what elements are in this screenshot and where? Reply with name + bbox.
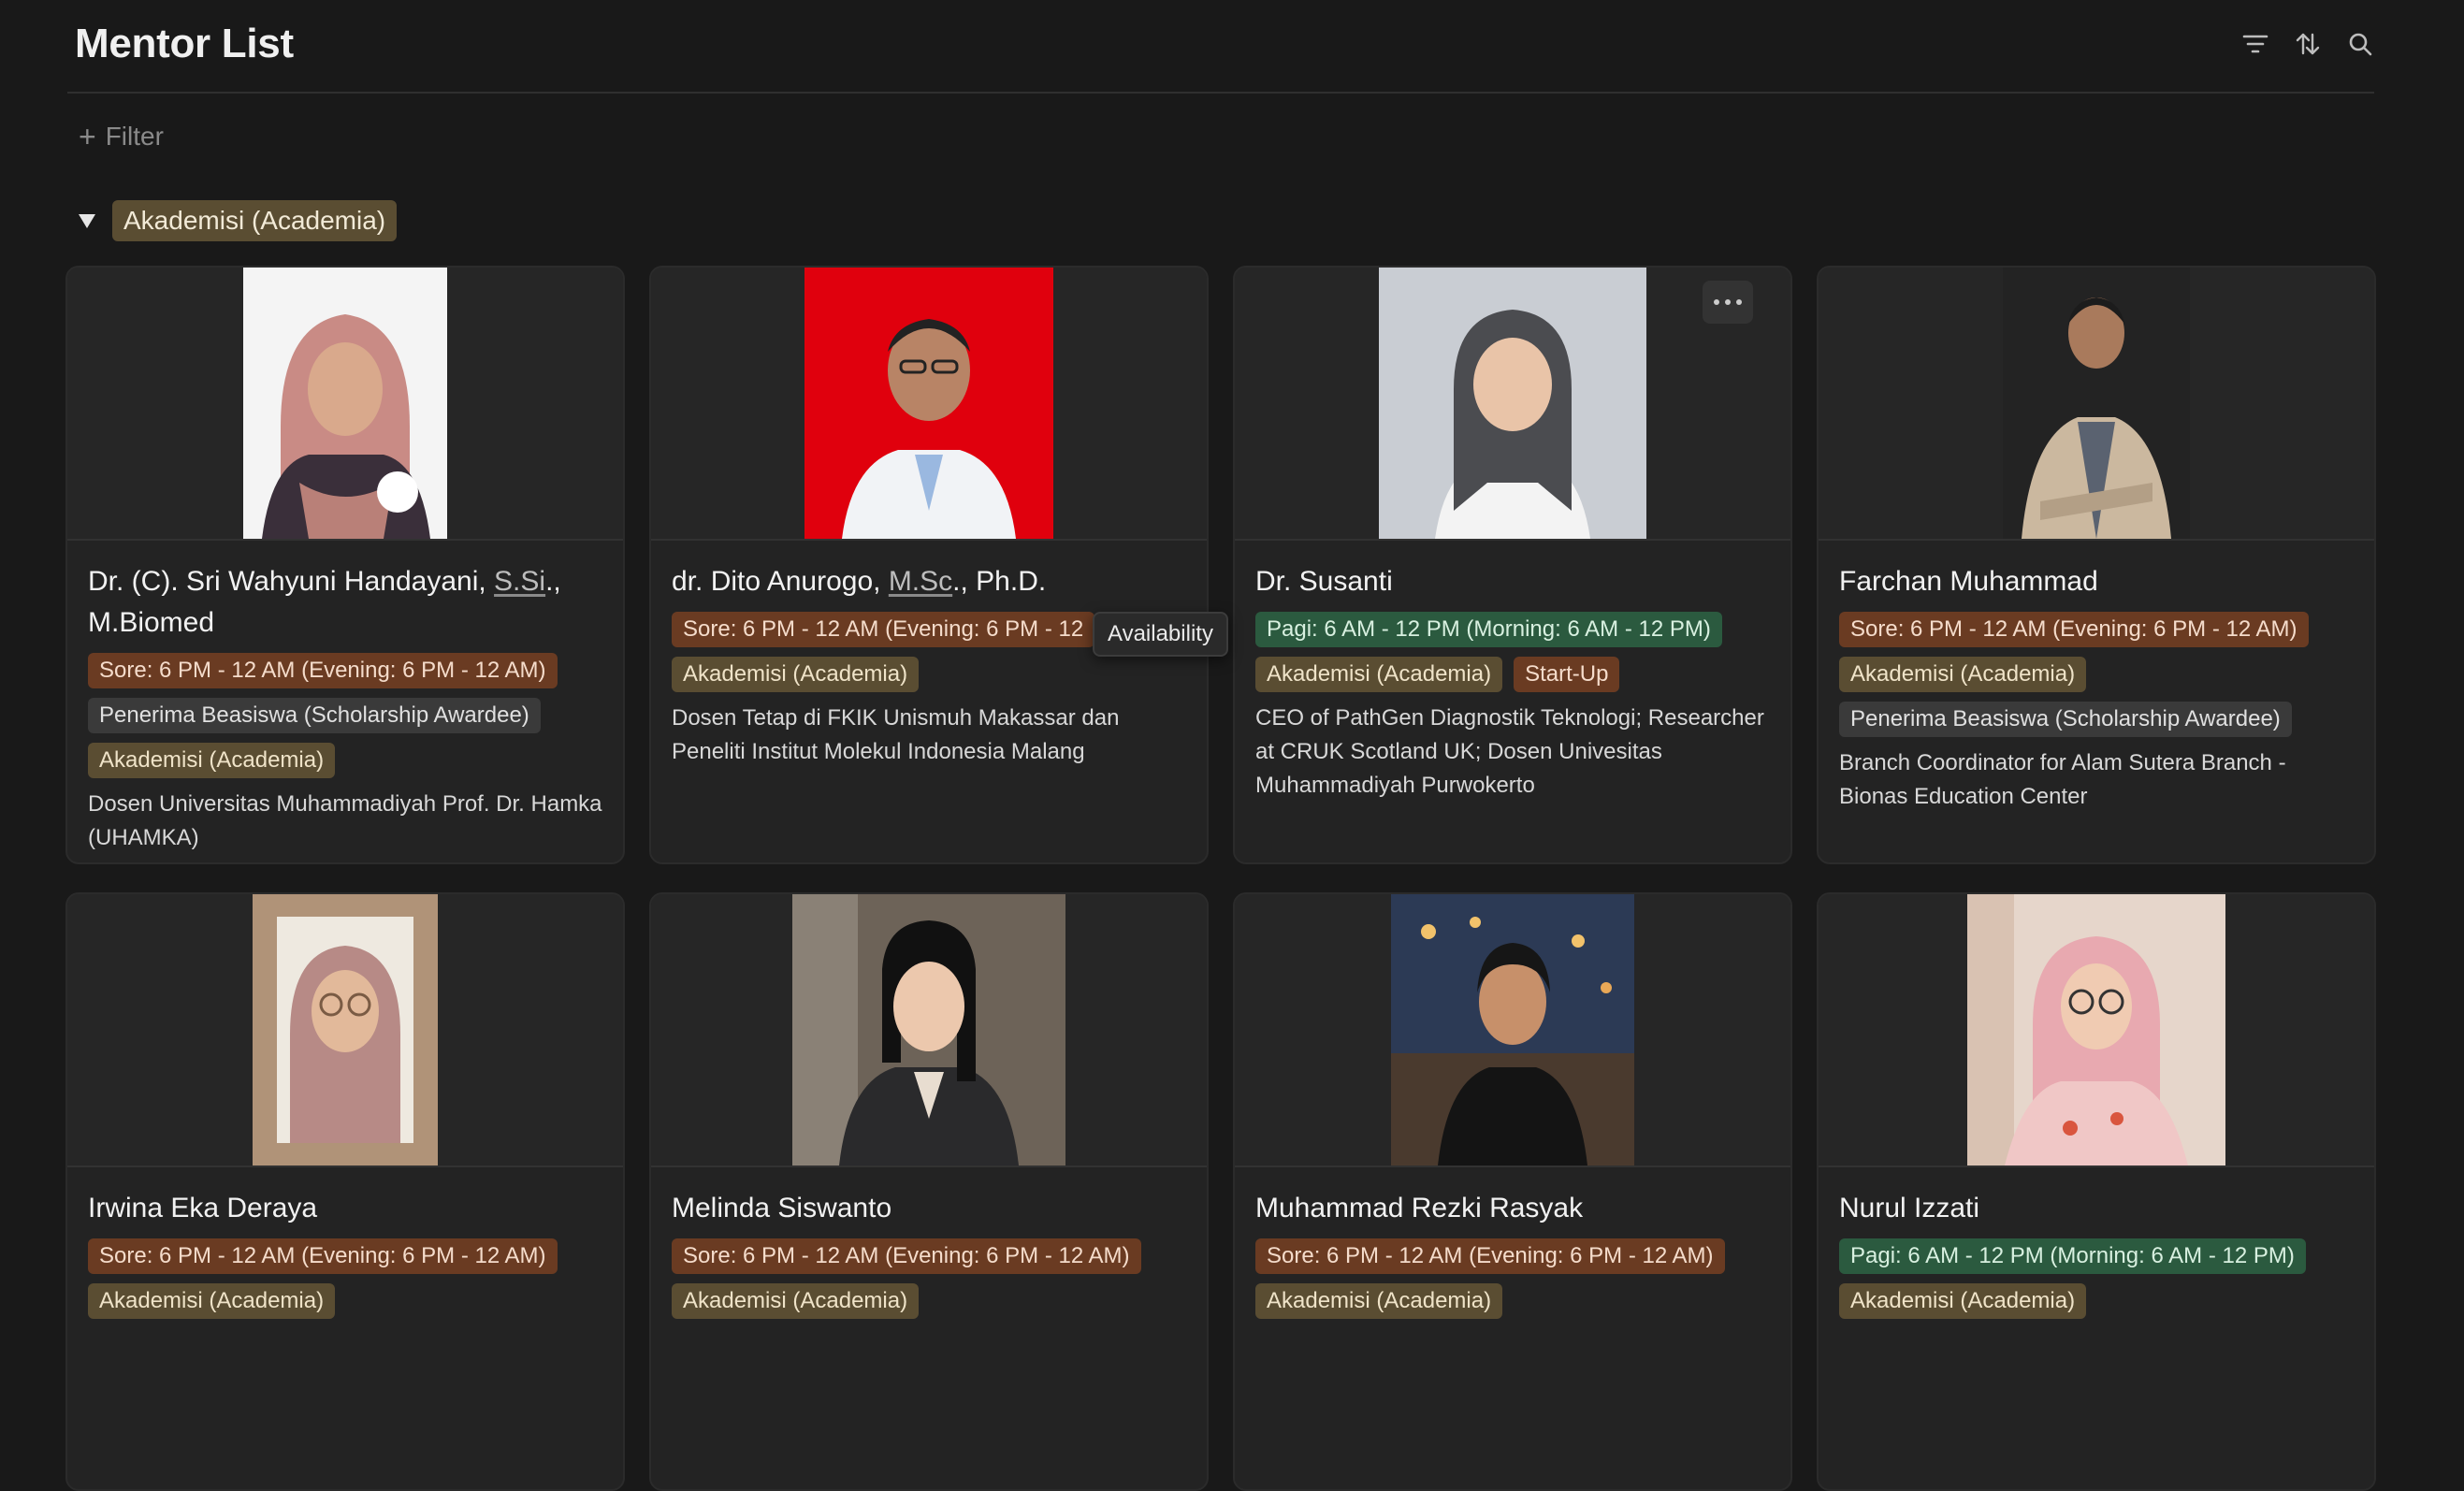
mentor-name: dr. Dito Anurogo, M.Sc., Ph.D. [672,566,1047,597]
category-tag: Akademisi (Academia) [672,657,920,692]
card-cover [67,268,623,541]
availability-tag: Pagi: 6 AM - 12 PM (Morning: 6 AM - 12 P… [1839,1238,2306,1274]
collapse-toggle-icon[interactable] [79,213,95,228]
category-tag: Akademisi (Academia) [88,1283,336,1319]
mentor-photo [1379,268,1646,539]
tag-list: Sore: 6 PM - 12 AM (Evening: 6 PM - 12 A… [672,1238,1186,1319]
scholarship-tag: Penerima Beasiswa (Scholarship Awardee) [1839,702,2292,737]
mentor-name: Muhammad Rezki Rasyak [1255,1193,1584,1223]
group-label: Akademisi (Academia) [112,200,398,241]
mentor-photo [243,268,447,539]
category-tag: Akademisi (Academia) [672,1283,920,1319]
mentor-name: Nurul Izzati [1839,1193,1980,1223]
mentor-description: Branch Coordinator for Alam Sutera Branc… [1839,750,2286,809]
availability-tag: Sore: 6 PM - 12 AM (Evening: 6 PM - 12 A… [672,1238,1141,1274]
mentor-photo [253,894,438,1165]
availability-tag: Sore: 6 PM - 12 AM (Evening: 6 PM - 12 [672,612,1095,647]
card-cover [1235,894,1790,1167]
mentor-name: Dr. (C). Sri Wahyuni Handayani, S.Si., M… [88,566,561,638]
mentor-card[interactable]: Muhammad Rezki Rasyak Sore: 6 PM - 12 AM… [1233,892,1792,1491]
availability-tag: Sore: 6 PM - 12 AM (Evening: 6 PM - 12 A… [1839,612,2309,647]
gallery-grid: Dr. (C). Sri Wahyuni Handayani, S.Si., M… [65,266,2376,1491]
availability-tag: Sore: 6 PM - 12 AM (Evening: 6 PM - 12 A… [88,1238,558,1274]
availability-tooltip: Availability [1093,612,1228,657]
page-title: Mentor List [75,21,294,66]
mentor-description: Dosen Tetap di FKIK Unismuh Makassar dan… [672,705,1120,764]
mentor-name: Melinda Siswanto [672,1193,892,1223]
tag-list: Sore: 6 PM - 12 AM (Evening: 6 PM - 12 A… [1255,1238,1770,1319]
mentor-card[interactable]: Nurul Izzati Pagi: 6 AM - 12 PM (Morning… [1817,892,2376,1491]
mentor-card[interactable]: Farchan Muhammad Sore: 6 PM - 12 AM (Eve… [1817,266,2376,864]
tag-list: Pagi: 6 AM - 12 PM (Morning: 6 AM - 12 P… [1839,1238,2354,1319]
category-tag: Akademisi (Academia) [1255,657,1503,692]
tag-list: Sore: 6 PM - 12 AM (Evening: 6 PM - 12 A… [1839,612,2354,737]
category-tag: Akademisi (Academia) [1839,657,2087,692]
plus-icon: + [79,120,96,153]
header-divider [67,92,2374,94]
tag-list: Pagi: 6 AM - 12 PM (Morning: 6 AM - 12 P… [1255,612,1770,692]
add-filter-label: Filter [105,122,164,151]
availability-tag: Sore: 6 PM - 12 AM (Evening: 6 PM - 12 A… [88,653,558,688]
card-cover [1819,894,2374,1167]
mentor-photo [804,268,1053,539]
category-tag: Akademisi (Academia) [1839,1283,2087,1319]
view-toolbar [2241,30,2374,58]
availability-tag: Sore: 6 PM - 12 AM (Evening: 6 PM - 12 A… [1255,1238,1725,1274]
card-cover [1819,268,2374,541]
mentor-photo [1967,894,2225,1165]
mentor-description: CEO of PathGen Diagnostik Teknologi; Res… [1255,705,1764,798]
more-options-button[interactable] [1703,281,1753,324]
card-cover [651,894,1207,1167]
group-header: Akademisi (Academia) [79,200,398,241]
add-filter-button[interactable]: + Filter [79,122,164,152]
card-cover [1235,268,1790,541]
sort-icon[interactable] [2294,30,2322,58]
mentor-name: Farchan Muhammad [1839,566,2098,597]
card-cover [651,268,1207,541]
mentor-card[interactable]: Dr. Susanti Pagi: 6 AM - 12 PM (Morning:… [1233,266,1792,864]
availability-tag: Pagi: 6 AM - 12 PM (Morning: 6 AM - 12 P… [1255,612,1722,647]
tag-list: Sore: 6 PM - 12 AM (Evening: 6 PM - 12 A… [88,1238,602,1319]
mentor-name: Irwina Eka Deraya [88,1193,318,1223]
mentor-card[interactable]: Irwina Eka Deraya Sore: 6 PM - 12 AM (Ev… [65,892,625,1491]
mentor-description: Dosen Universitas Muhammadiyah Prof. Dr.… [88,791,602,850]
card-cover [67,894,623,1167]
filter-icon[interactable] [2241,30,2269,58]
mentor-photo [2003,268,2190,539]
mentor-photo [792,894,1065,1165]
mentor-card[interactable]: Dr. (C). Sri Wahyuni Handayani, S.Si., M… [65,266,625,864]
category-tag: Akademisi (Academia) [1255,1283,1503,1319]
mentor-photo [1391,894,1634,1165]
scholarship-tag: Penerima Beasiswa (Scholarship Awardee) [88,698,541,733]
tag-list: Sore: 6 PM - 12 AM (Evening: 6 PM - 12 A… [88,653,602,778]
search-icon[interactable] [2346,30,2374,58]
category-tag: Akademisi (Academia) [88,743,336,778]
mentor-name: Dr. Susanti [1255,566,1393,597]
startup-tag: Start-Up [1514,657,1620,692]
mentor-card[interactable]: Melinda Siswanto Sore: 6 PM - 12 AM (Eve… [649,892,1209,1491]
mentor-card[interactable]: dr. Dito Anurogo, M.Sc., Ph.D. Sore: 6 P… [649,266,1209,864]
